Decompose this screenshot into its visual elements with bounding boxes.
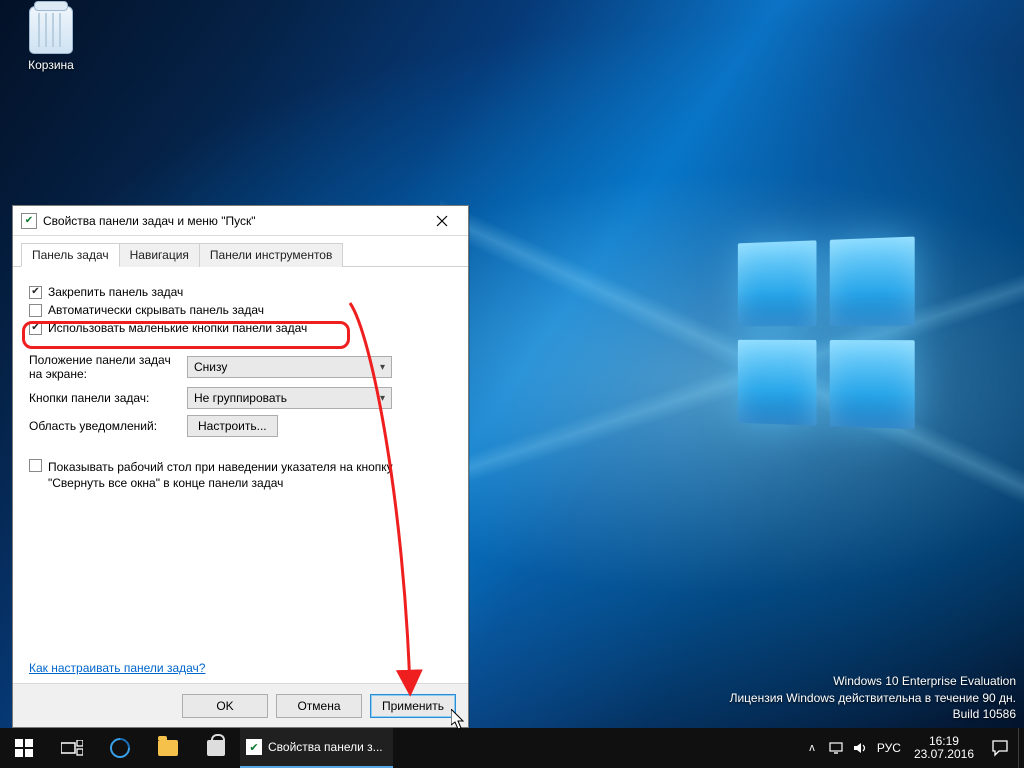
checkbox-icon xyxy=(29,459,42,472)
edge-icon xyxy=(106,734,134,762)
checkbox-icon xyxy=(29,322,42,335)
taskbar-clock[interactable]: 16:19 23.07.2016 xyxy=(906,735,982,761)
volume-icon[interactable] xyxy=(848,728,872,768)
taskbar-properties-dialog: Свойства панели задач и меню "Пуск" Пане… xyxy=(12,205,469,728)
notify-label: Область уведомлений: xyxy=(29,419,179,433)
help-link[interactable]: Как настраивать панели задач? xyxy=(29,661,205,675)
show-desktop-button[interactable] xyxy=(1018,728,1024,768)
language-indicator[interactable]: РУС xyxy=(872,728,906,768)
dialog-body: Закрепить панель задач Автоматически скр… xyxy=(13,267,468,683)
tab-taskbar[interactable]: Панель задач xyxy=(21,243,120,267)
recycle-bin-label: Корзина xyxy=(16,58,86,72)
buttons-label: Кнопки панели задач: xyxy=(29,391,179,405)
tray-overflow-button[interactable]: ʌ xyxy=(800,728,824,768)
checkbox-icon xyxy=(29,304,42,317)
buttons-row: Кнопки панели задач: Не группировать ▾ xyxy=(29,387,452,409)
tab-toolbars[interactable]: Панели инструментов xyxy=(199,243,343,267)
position-label: Положение панели задач на экране: xyxy=(29,353,179,381)
store-button[interactable] xyxy=(192,728,240,768)
edge-button[interactable] xyxy=(96,728,144,768)
ok-button[interactable]: OK xyxy=(182,694,268,718)
checkbox-icon xyxy=(29,286,42,299)
start-button[interactable] xyxy=(0,728,48,768)
dialog-titlebar[interactable]: Свойства панели задач и меню "Пуск" xyxy=(13,206,468,236)
trash-icon xyxy=(29,6,73,54)
folder-icon xyxy=(158,740,178,756)
apply-button[interactable]: Применить xyxy=(370,694,456,718)
peek-desktop-checkbox[interactable]: Показывать рабочий стол при наведении ук… xyxy=(29,459,452,491)
lock-taskbar-checkbox[interactable]: Закрепить панель задач xyxy=(29,285,452,299)
cancel-button[interactable]: Отмена xyxy=(276,694,362,718)
network-icon[interactable] xyxy=(824,728,848,768)
explorer-button[interactable] xyxy=(144,728,192,768)
buttons-combobox[interactable]: Не группировать ▾ xyxy=(187,387,392,409)
chevron-down-icon: ▾ xyxy=(380,362,385,373)
chevron-down-icon: ▾ xyxy=(380,393,385,404)
position-row: Положение панели задач на экране: Снизу … xyxy=(29,353,452,381)
store-icon xyxy=(207,740,225,756)
taskbar-running-item[interactable]: Свойства панели з... xyxy=(240,728,393,768)
small-buttons-checkbox[interactable]: Использовать маленькие кнопки панели зад… xyxy=(29,321,452,335)
dialog-button-bar: OK Отмена Применить xyxy=(13,683,468,727)
dialog-icon xyxy=(21,213,37,229)
dialog-tabs: Панель задач Навигация Панели инструмент… xyxy=(13,236,468,267)
close-button[interactable] xyxy=(420,207,464,235)
taskbar: Свойства панели з... ʌ РУС 16:19 23.07.2… xyxy=(0,728,1024,768)
recycle-bin-icon[interactable]: Корзина xyxy=(16,6,86,72)
tab-navigation[interactable]: Навигация xyxy=(119,243,200,267)
app-icon xyxy=(246,739,262,755)
notify-configure-button[interactable]: Настроить... xyxy=(187,415,278,437)
autohide-taskbar-checkbox[interactable]: Автоматически скрывать панель задач xyxy=(29,303,452,317)
windows-watermark: Windows 10 Enterprise Evaluation Лицензи… xyxy=(730,673,1016,722)
position-combobox[interactable]: Снизу ▾ xyxy=(187,356,392,378)
dialog-title: Свойства панели задач и меню "Пуск" xyxy=(43,214,420,228)
action-center-button[interactable] xyxy=(982,739,1018,757)
taskview-button[interactable] xyxy=(48,728,96,768)
notify-row: Область уведомлений: Настроить... xyxy=(29,415,452,437)
